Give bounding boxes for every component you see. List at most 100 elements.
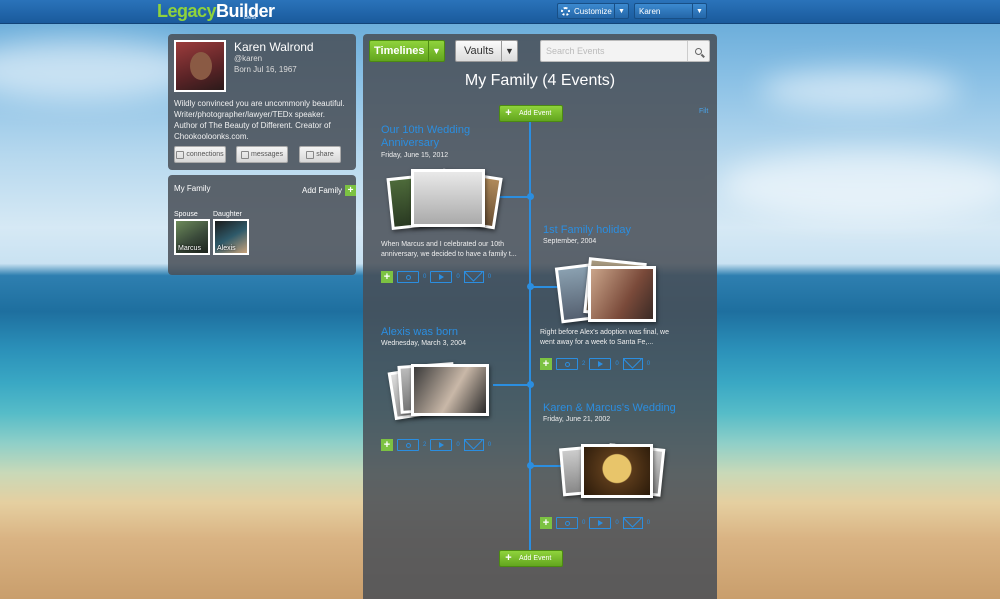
video-icon[interactable] [430,439,453,451]
photo-icon[interactable] [556,358,578,370]
timelines-label: Timelines [374,45,425,57]
relation-label: Daughter [213,211,242,218]
search-box [540,40,710,62]
message-count: 0 [487,442,492,448]
relation-label: Spouse [174,211,198,218]
profile-handle: @karen [234,54,263,63]
messages-button[interactable]: messages [236,146,288,163]
plus-icon: + [505,107,512,119]
add-media-icon[interactable]: + [540,517,552,529]
logo-part1: Legacy [157,1,217,21]
event-photo-stack[interactable] [559,442,671,502]
event-photo [581,444,653,498]
add-event-button-bottom[interactable]: + Add Event [499,550,563,567]
chevron-down-icon: ▼ [428,41,444,61]
video-count: 0 [615,361,619,367]
add-media-icon[interactable]: + [381,439,393,451]
envelope-icon [241,150,250,159]
profile-birthdate: Born Jul 16, 1967 [234,65,297,74]
event-photo-stack[interactable] [386,168,503,239]
video-count: 0 [456,274,460,280]
photo-icon[interactable] [397,439,419,451]
event-photo-stack[interactable] [554,256,668,326]
connections-button[interactable]: connections [174,146,226,163]
timelines-dropdown[interactable]: Timelines ▼ [369,40,445,62]
video-icon[interactable] [589,358,612,370]
gear-icon [561,6,570,16]
event-photo [411,169,485,227]
cloud [720,150,1000,220]
add-media-icon[interactable]: + [381,271,393,283]
envelope-icon[interactable] [463,271,484,283]
event-photo [588,266,656,322]
timeline-node [527,381,534,388]
event-title[interactable]: 1st Family holiday [543,224,631,237]
message-count: 0 [646,361,651,367]
user-dropdown[interactable]: Karen ▼ [634,3,707,19]
event-title[interactable]: Alexis was born [381,326,458,339]
timeline-node [527,283,534,290]
event-date: September, 2004 [543,238,597,245]
timeline-title: My Family (4 Events) [464,72,616,89]
video-count: 0 [615,520,619,526]
share-button[interactable]: share [299,146,341,163]
user-name-label: Karen [639,6,661,16]
customize-label: Customize [574,6,612,16]
event-photo [411,364,489,416]
envelope-icon[interactable] [622,517,643,529]
add-event-button-top[interactable]: + Add Event [499,105,563,122]
event-actions: + 0 0 0 [381,271,491,283]
profile-card: Karen Walrond @karen Born Jul 16, 1967 W… [168,34,356,170]
timeline-connector [531,465,561,467]
envelope-icon[interactable] [622,358,643,370]
timeline-panel: Timelines ▼ Vaults ▼ My Family (4 Events… [363,34,717,599]
vaults-label: Vaults [464,45,494,57]
event-title[interactable]: Our 10th Wedding Anniversary [381,124,511,150]
event-photo-stack[interactable] [387,360,499,422]
event-description: Right before Alex's adoption was final, … [540,329,669,346]
profile-avatar[interactable] [174,40,226,92]
search-input[interactable] [541,41,687,61]
customize-dropdown[interactable]: Customize ▼ [557,3,629,19]
filter-link[interactable]: Filt [699,108,708,115]
add-family-button[interactable]: Add Family + [302,185,356,196]
photo-count: 0 [582,520,586,526]
family-member-marcus[interactable]: Marcus [174,219,210,255]
envelope-icon[interactable] [463,439,484,451]
photo-icon[interactable] [397,271,419,283]
event-actions: + 2 0 0 [540,358,650,370]
photo-icon[interactable] [556,517,578,529]
add-media-icon[interactable]: + [540,358,552,370]
top-navigation-bar: LegacyBuilder Beta Customize ▼ Karen ▼ [0,0,1000,24]
person-icon [176,150,185,159]
timeline-node [527,193,534,200]
family-member-alexis[interactable]: Alexis [213,219,249,255]
video-icon[interactable] [430,271,453,283]
chevron-down-icon: ▼ [692,4,706,18]
family-card: My Family Add Family + Spouse Marcus Dau… [168,175,356,275]
event-actions: + 0 0 0 [540,517,650,529]
app-logo[interactable]: LegacyBuilder [157,1,275,22]
video-count: 0 [456,442,460,448]
vaults-dropdown[interactable]: Vaults ▼ [455,40,518,62]
timeline-connector [495,196,529,198]
timeline-spine [529,118,531,558]
plus-icon: + [345,185,356,196]
plus-icon: + [505,552,512,564]
add-event-label: Add Event [519,110,552,117]
event-title[interactable]: Karen & Marcus's Wedding [543,402,676,415]
photo-count: 0 [423,274,427,280]
event-date: Friday, June 15, 2012 [381,152,449,159]
connections-label: connections [186,151,224,158]
photo-count: 2 [423,442,427,448]
add-family-label: Add Family [302,186,343,195]
search-button[interactable] [687,41,709,61]
profile-name: Karen Walrond [234,40,314,54]
share-label: share [316,151,334,158]
event-date: Friday, June 21, 2002 [543,416,611,423]
photo-count: 2 [582,361,586,367]
cloud [760,70,960,110]
video-icon[interactable] [589,517,612,529]
message-count: 0 [487,274,492,280]
family-title: My Family [174,184,211,193]
